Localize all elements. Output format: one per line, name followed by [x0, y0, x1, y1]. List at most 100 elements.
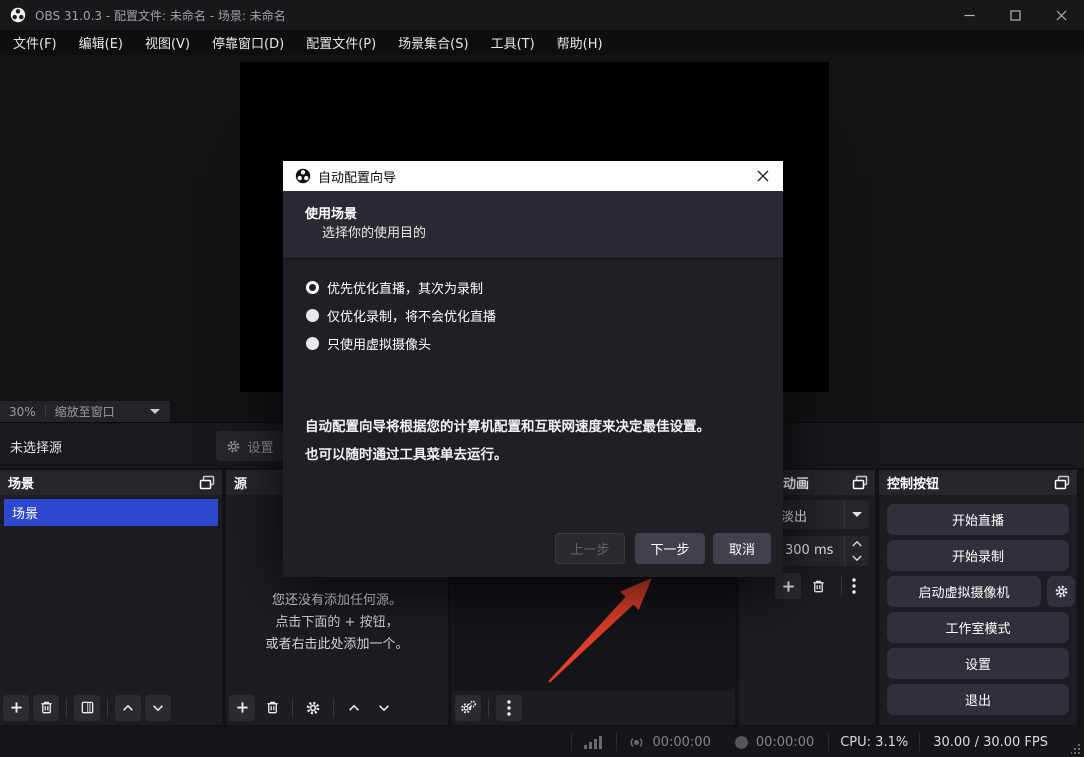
chevron-down-icon: [150, 409, 160, 414]
remove-source-button[interactable]: [259, 695, 285, 721]
sources-toolbar: [229, 694, 445, 721]
menu-help[interactable]: 帮助(H): [546, 30, 614, 55]
gear-icon: [228, 440, 240, 452]
obs-logo-icon: [10, 7, 26, 23]
close-button[interactable]: [1038, 0, 1084, 30]
plus-icon: [10, 702, 22, 713]
stream-status-icon: [631, 737, 643, 747]
start-virtual-camera-button[interactable]: 启动虚拟摄像机: [887, 576, 1041, 607]
zoom-level-combobox[interactable]: 30% 缩放至窗口: [0, 401, 170, 422]
radio-unselected-icon[interactable]: [306, 308, 319, 322]
source-properties-toolbar-button[interactable]: [300, 695, 326, 721]
scenes-dock: 场景 场景: [0, 470, 222, 725]
duration-decrease-button[interactable]: [845, 551, 869, 566]
move-source-up-button[interactable]: [341, 695, 367, 721]
remove-scene-button[interactable]: [33, 694, 59, 721]
remove-transition-button[interactable]: [805, 573, 831, 599]
scenes-dock-title: 场景: [8, 477, 35, 492]
plus-icon: [236, 702, 248, 713]
menu-tools[interactable]: 工具(T): [480, 30, 546, 55]
menu-bar: 文件(F) 编辑(E) 视图(V) 停靠窗口(D) 配置文件(P) 场景集合(S…: [0, 30, 1084, 55]
resize-grip[interactable]: [1071, 744, 1081, 754]
divider: [488, 698, 489, 717]
menu-file[interactable]: 文件(F): [2, 30, 68, 55]
transition-select-arrow: [844, 500, 869, 529]
studio-mode-label: 工作室模式: [945, 622, 1011, 637]
divider: [919, 733, 921, 751]
controls-dock: 控制按钮 开始直播 开始录制 启动虚拟摄像机 工作室模式 设置 退出: [879, 470, 1077, 725]
gear-icon: [306, 701, 320, 714]
option-optimize-streaming[interactable]: 优先优化直播，其次为录制: [306, 273, 483, 301]
stream-time: 00:00:00: [652, 734, 711, 750]
maximize-button[interactable]: [992, 0, 1038, 30]
menu-profile[interactable]: 配置文件(P): [295, 30, 387, 55]
scene-list-item[interactable]: 场景: [4, 499, 218, 526]
sources-empty-line: 点击下面的 + 按钮，: [275, 615, 399, 630]
zoom-mode-label: 缩放至窗口: [54, 405, 115, 419]
move-source-down-button[interactable]: [371, 695, 397, 721]
studio-mode-button[interactable]: 工作室模式: [887, 612, 1069, 643]
menu-edit[interactable]: 编辑(E): [68, 30, 134, 55]
exit-button[interactable]: 退出: [887, 684, 1069, 715]
virtual-camera-settings-button[interactable]: [1047, 576, 1075, 607]
gear-icon: [1055, 585, 1067, 598]
move-scene-down-button[interactable]: [145, 694, 171, 721]
window-titlebar: OBS 31.0.3 - 配置文件: 未命名 - 场景: 未命名: [0, 0, 1084, 30]
chevron-down-icon: [852, 555, 862, 562]
sources-dock-title: 源: [234, 477, 248, 492]
mixer-menu-button[interactable]: [496, 694, 522, 721]
add-source-button[interactable]: [229, 694, 255, 721]
divider: [292, 698, 293, 717]
divider: [571, 733, 573, 751]
popout-icon[interactable]: [852, 475, 868, 490]
radio-unselected-icon[interactable]: [306, 336, 319, 350]
kebab-menu-icon: [507, 699, 511, 716]
duration-increase-button[interactable]: [845, 536, 869, 551]
dialog-close-button[interactable]: [751, 164, 775, 188]
move-scene-up-button[interactable]: [115, 694, 141, 721]
transition-selected-value: 淡出: [781, 510, 808, 525]
menu-view[interactable]: 视图(V): [134, 30, 201, 55]
chevron-up-icon: [349, 704, 359, 711]
sources-empty-line: 或者右击此处添加一个。: [265, 637, 409, 652]
dialog-header: 使用场景 选择你的使用目的: [283, 191, 783, 258]
exit-label: 退出: [964, 694, 991, 709]
record-time: 00:00:00: [755, 734, 815, 750]
zoom-level-value: 30%: [9, 404, 36, 419]
chevron-down-icon: [379, 704, 389, 711]
sources-empty-message: 您还没有添加任何源。 点击下面的 + 按钮， 或者右击此处添加一个。: [226, 590, 448, 656]
start-recording-label: 开始录制: [951, 550, 1004, 565]
source-properties-button[interactable]: 设置: [216, 431, 284, 461]
radio-selected-icon[interactable]: [306, 280, 319, 294]
trash-icon: [812, 580, 824, 592]
divider: [841, 577, 842, 595]
settings-button[interactable]: 设置: [887, 648, 1069, 679]
dialog-subheading: 选择你的使用目的: [322, 226, 427, 241]
transition-duration-value: 300 ms: [785, 543, 834, 558]
dialog-body: 优先优化直播，其次为录制 仅优化录制，将不会优化直播 只使用虚拟摄像头 自动配置…: [283, 258, 783, 577]
option-virtual-camera-only[interactable]: 只使用虚拟摄像头: [306, 329, 431, 357]
transition-menu-button[interactable]: [843, 573, 865, 599]
filter-icon: [81, 701, 93, 714]
next-button[interactable]: 下一步: [635, 533, 705, 564]
start-streaming-button[interactable]: 开始直播: [887, 504, 1069, 535]
minimize-button[interactable]: [946, 0, 992, 30]
divider: [107, 698, 108, 717]
advanced-audio-properties-button[interactable]: [455, 694, 481, 721]
popout-icon[interactable]: [1054, 475, 1070, 490]
trash-icon: [266, 701, 278, 714]
back-label: 上一步: [570, 543, 610, 558]
cancel-button[interactable]: 取消: [713, 533, 771, 564]
menu-scene-collection[interactable]: 场景集合(S): [387, 30, 479, 55]
start-recording-button[interactable]: 开始录制: [887, 540, 1069, 571]
option-optimize-recording[interactable]: 仅优化录制，将不会优化直播: [306, 301, 496, 329]
divider: [333, 698, 334, 717]
popout-icon[interactable]: [199, 475, 215, 490]
auto-config-wizard-dialog: 自动配置向导 使用场景 选择你的使用目的 优先优化直播，其次为录制 仅优化录制，…: [283, 161, 783, 577]
add-scene-button[interactable]: [3, 694, 29, 721]
menu-docks[interactable]: 停靠窗口(D): [201, 30, 295, 55]
back-button[interactable]: 上一步: [555, 533, 625, 564]
scene-filters-button[interactable]: [74, 694, 100, 721]
next-label: 下一步: [650, 543, 690, 558]
controls-dock-title: 控制按钮: [887, 477, 940, 492]
